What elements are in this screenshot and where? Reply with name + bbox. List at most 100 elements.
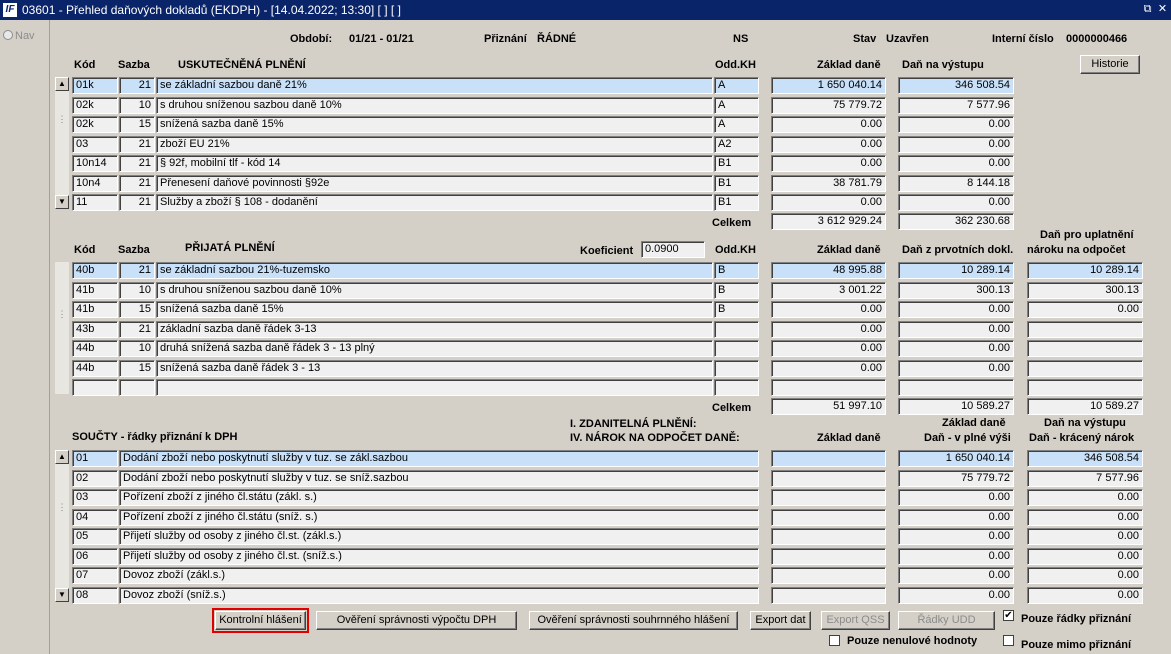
row-popis[interactable]: základní sazba daně řádek 3-13 bbox=[156, 320, 713, 338]
scroll-up-icon[interactable]: ▲ bbox=[55, 450, 69, 464]
row-kod[interactable]: 08 bbox=[72, 586, 118, 604]
row-sazba[interactable]: 15 bbox=[119, 301, 155, 318]
overeni-dph-button[interactable]: Ověření správnosti výpočtu DPH bbox=[316, 611, 517, 630]
historie-button[interactable]: Historie bbox=[1080, 55, 1140, 74]
row-kod[interactable]: 40b bbox=[72, 262, 118, 279]
row-oddkh[interactable]: B bbox=[714, 262, 759, 279]
row-narok[interactable]: 0.00 bbox=[1027, 301, 1143, 318]
row-kod[interactable]: 05 bbox=[72, 528, 118, 545]
row-popis[interactable]: snížená sazba daně 15% bbox=[156, 301, 713, 318]
pouze-radky-checkbox[interactable]: ✔ bbox=[1003, 610, 1014, 621]
row-zaklad[interactable] bbox=[771, 469, 886, 487]
row-kracena[interactable]: 0.00 bbox=[1027, 586, 1143, 604]
row-sazba[interactable]: 15 bbox=[119, 359, 155, 377]
row-kod[interactable]: 02k bbox=[72, 96, 118, 114]
row-kod[interactable] bbox=[72, 379, 118, 396]
row-sazba[interactable]: 21 bbox=[119, 320, 155, 338]
pouze-nenulove-checkbox[interactable] bbox=[829, 635, 840, 646]
row-narok[interactable] bbox=[1027, 379, 1143, 396]
row-kod[interactable]: 01k bbox=[72, 77, 118, 94]
row-oddkh[interactable]: B1 bbox=[714, 155, 759, 172]
row-popis[interactable]: se základní sazbou daně 21% bbox=[156, 77, 713, 94]
row-sazba[interactable]: 10 bbox=[119, 281, 155, 299]
row-sazba[interactable]: 21 bbox=[119, 194, 155, 211]
row-dan[interactable]: 0.00 bbox=[898, 301, 1014, 318]
row-popis[interactable]: snížená sazba daně řádek 3 - 13 bbox=[156, 359, 713, 377]
row-sazba[interactable]: 21 bbox=[119, 77, 155, 94]
row-plna[interactable]: 1 650 040.14 bbox=[898, 450, 1014, 467]
row-popis[interactable]: § 92f, mobilní tlf - kód 14 bbox=[156, 155, 713, 172]
row-narok[interactable] bbox=[1027, 320, 1143, 338]
row-popis[interactable]: zboží EU 21% bbox=[156, 135, 713, 153]
row-dan[interactable]: 8 144.18 bbox=[898, 174, 1014, 192]
row-oddkh[interactable] bbox=[714, 340, 759, 357]
row-sazba[interactable]: 21 bbox=[119, 262, 155, 279]
row-oddkh[interactable] bbox=[714, 320, 759, 338]
row-popis[interactable]: snížená sazba daně 15% bbox=[156, 116, 713, 133]
row-oddkh[interactable] bbox=[714, 379, 759, 396]
row-narok[interactable] bbox=[1027, 359, 1143, 377]
export-qss-button[interactable]: Export QSS bbox=[821, 611, 890, 630]
row-kod[interactable]: 44b bbox=[72, 359, 118, 377]
row-kod[interactable]: 41b bbox=[72, 301, 118, 318]
row-plna[interactable]: 0.00 bbox=[898, 489, 1014, 506]
row-oddkh[interactable]: B1 bbox=[714, 194, 759, 211]
uskutecnena-scrollbar[interactable]: ▲ ⋮ ▼ bbox=[55, 77, 69, 209]
row-popis[interactable]: Přijetí služby od osoby z jiného čl.st. … bbox=[119, 547, 759, 565]
row-popis[interactable]: Dovoz zboží (zákl.s.) bbox=[119, 567, 759, 584]
row-dan[interactable]: 0.00 bbox=[898, 155, 1014, 172]
scroll-down-icon[interactable]: ▼ bbox=[55, 195, 69, 209]
row-kracena[interactable]: 346 508.54 bbox=[1027, 450, 1143, 467]
row-kod[interactable]: 01 bbox=[72, 450, 118, 467]
row-kracena[interactable]: 0.00 bbox=[1027, 508, 1143, 526]
row-dan[interactable] bbox=[898, 379, 1014, 396]
soucty-scrollbar[interactable]: ▲ ⋮ ▼ bbox=[55, 450, 69, 602]
row-sazba[interactable]: 21 bbox=[119, 155, 155, 172]
row-plna[interactable]: 0.00 bbox=[898, 586, 1014, 604]
row-popis[interactable]: druhá snížená sazba daně řádek 3 - 13 pl… bbox=[156, 340, 713, 357]
row-kod[interactable]: 07 bbox=[72, 567, 118, 584]
row-sazba[interactable] bbox=[119, 379, 155, 396]
row-popis[interactable]: Přijetí služby od osoby z jiného čl.st. … bbox=[119, 528, 759, 545]
scroll-down-icon[interactable]: ▼ bbox=[55, 588, 69, 602]
row-kod[interactable]: 10n14 bbox=[72, 155, 118, 172]
row-kod[interactable]: 11 bbox=[72, 194, 118, 211]
row-sazba[interactable]: 21 bbox=[119, 135, 155, 153]
koeficient-field[interactable]: 0.0900 bbox=[641, 241, 705, 258]
kontrolni-hlaseni-button[interactable]: Kontrolní hlášení bbox=[212, 608, 309, 633]
row-popis[interactable]: Přenesení daňové povinnosti §92e bbox=[156, 174, 713, 192]
row-kod[interactable]: 10n4 bbox=[72, 174, 118, 192]
row-zaklad[interactable] bbox=[771, 567, 886, 584]
nav-item[interactable]: Nav bbox=[3, 30, 35, 42]
scroll-up-icon[interactable]: ▲ bbox=[55, 77, 69, 91]
row-popis[interactable]: Dovoz zboží (sníž.s.) bbox=[119, 586, 759, 604]
row-zaklad[interactable]: 0.00 bbox=[771, 301, 886, 318]
row-plna[interactable]: 0.00 bbox=[898, 547, 1014, 565]
row-popis[interactable]: Dodání zboží nebo poskytnutí služby v tu… bbox=[119, 469, 759, 487]
row-kracena[interactable]: 0.00 bbox=[1027, 547, 1143, 565]
row-kracena[interactable]: 0.00 bbox=[1027, 528, 1143, 545]
row-zaklad[interactable] bbox=[771, 508, 886, 526]
row-kod[interactable]: 06 bbox=[72, 547, 118, 565]
row-plna[interactable]: 0.00 bbox=[898, 528, 1014, 545]
row-zaklad[interactable]: 0.00 bbox=[771, 359, 886, 377]
row-dan[interactable]: 0.00 bbox=[898, 135, 1014, 153]
row-oddkh[interactable]: B bbox=[714, 301, 759, 318]
row-popis[interactable]: Pořízení zboží z jiného čl.státu (zákl. … bbox=[119, 489, 759, 506]
row-dan[interactable]: 0.00 bbox=[898, 320, 1014, 338]
row-dan[interactable]: 0.00 bbox=[898, 116, 1014, 133]
row-narok[interactable]: 10 289.14 bbox=[1027, 262, 1143, 279]
row-kod[interactable]: 02 bbox=[72, 469, 118, 487]
row-kod[interactable]: 41b bbox=[72, 281, 118, 299]
row-zaklad[interactable]: 0.00 bbox=[771, 135, 886, 153]
row-zaklad[interactable] bbox=[771, 586, 886, 604]
row-zaklad[interactable]: 3 001.22 bbox=[771, 281, 886, 299]
row-dan[interactable]: 346 508.54 bbox=[898, 77, 1014, 94]
scroll-grip-icon[interactable]: ⋮ bbox=[57, 310, 67, 326]
row-dan[interactable]: 300.13 bbox=[898, 281, 1014, 299]
row-zaklad[interactable] bbox=[771, 379, 886, 396]
row-zaklad[interactable]: 0.00 bbox=[771, 155, 886, 172]
row-zaklad[interactable] bbox=[771, 547, 886, 565]
row-dan[interactable]: 7 577.96 bbox=[898, 96, 1014, 114]
row-oddkh[interactable]: B bbox=[714, 281, 759, 299]
